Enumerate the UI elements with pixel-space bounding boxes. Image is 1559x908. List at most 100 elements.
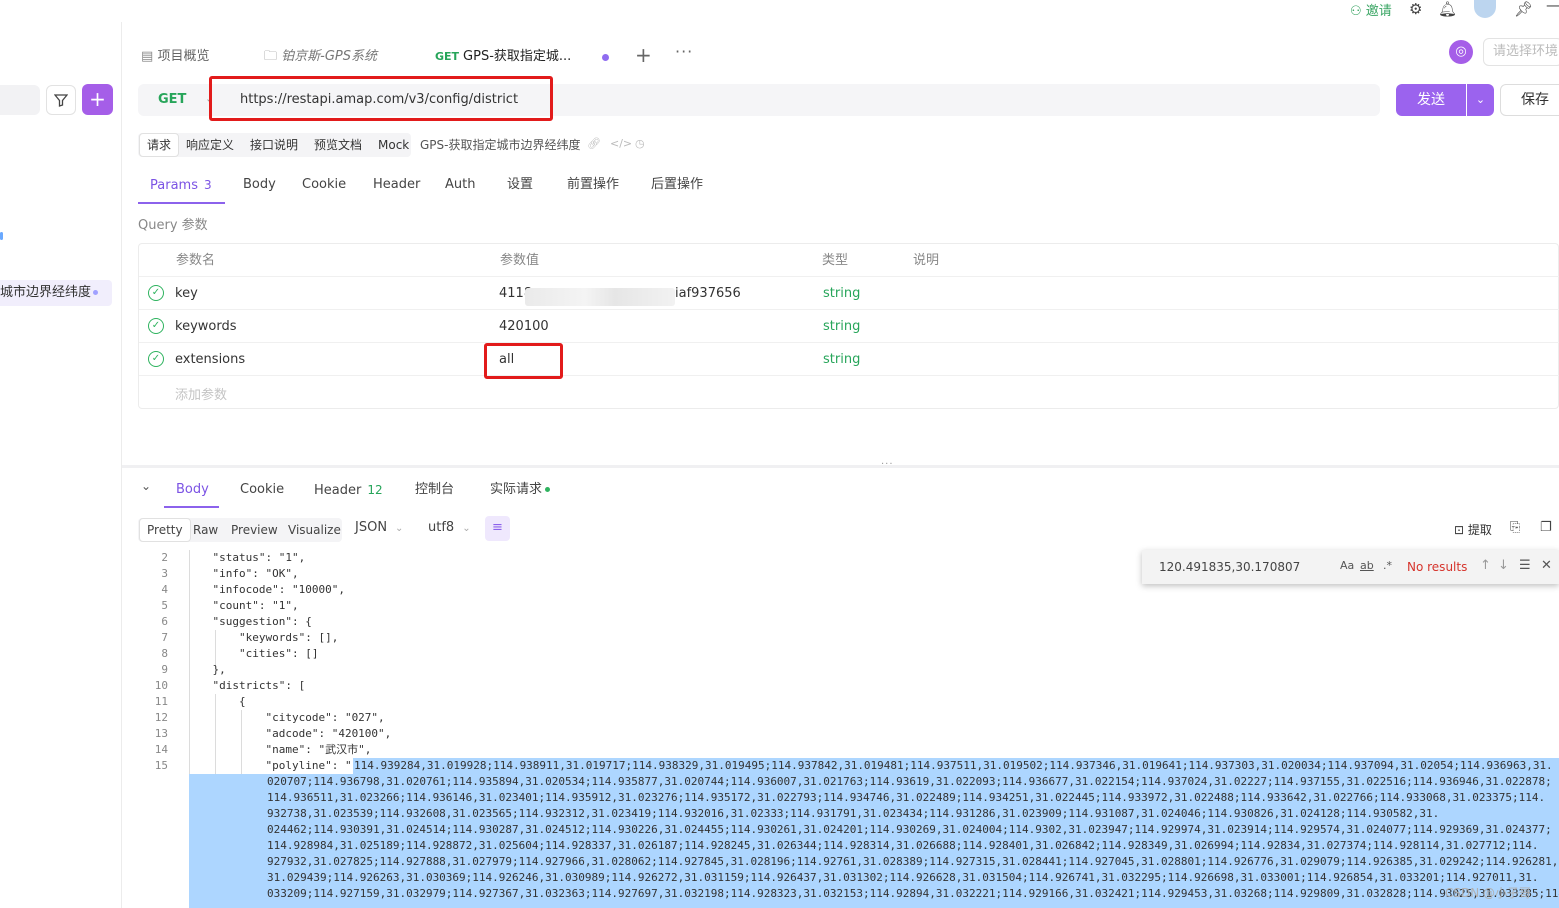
add-param-placeholder[interactable]: 添加参数 bbox=[175, 384, 227, 403]
collapse-chevron-icon[interactable]: ⌄ bbox=[141, 479, 151, 493]
polyline-text: 033209;114.927159,31.032979;114.927367,3… bbox=[267, 887, 1559, 900]
arrow-down-icon[interactable]: ↓ bbox=[1498, 558, 1509, 573]
subtab-doc[interactable]: 接口说明 bbox=[250, 133, 298, 157]
tab-header[interactable]: Header bbox=[373, 175, 420, 197]
avatar[interactable] bbox=[1474, 0, 1496, 18]
response-tab-actual[interactable]: 实际请求 bbox=[490, 480, 551, 500]
subtab-response-def[interactable]: 响应定义 bbox=[186, 133, 234, 157]
link-icon[interactable]: 🔗︎ bbox=[587, 137, 601, 150]
response-tab-header[interactable]: Header 12 bbox=[314, 480, 383, 500]
line-number: 2 bbox=[161, 551, 168, 564]
column-header: 说明 bbox=[913, 253, 940, 268]
line-number: 15 bbox=[154, 759, 168, 772]
settings-icon[interactable]: ⚙ bbox=[1409, 0, 1422, 18]
regex-toggle[interactable]: .* bbox=[1383, 559, 1392, 572]
annotation-box-value bbox=[484, 343, 563, 379]
filter-icon[interactable] bbox=[46, 85, 76, 115]
code-line: "keywords": [], bbox=[186, 631, 339, 644]
minimize-icon[interactable]: — bbox=[1546, 0, 1559, 14]
send-button[interactable]: 发送 bbox=[1396, 84, 1466, 116]
copy-icon[interactable]: ❐ bbox=[1540, 520, 1552, 535]
panel-divider[interactable] bbox=[122, 465, 1559, 468]
active-tab-indicator bbox=[164, 506, 219, 508]
tab-post-ops[interactable]: 后置操作 bbox=[651, 175, 703, 197]
chevron-down-icon: ⌄ bbox=[462, 523, 471, 534]
subtab-request[interactable]: 请求 bbox=[139, 133, 180, 157]
tab-body[interactable]: Body bbox=[243, 175, 276, 197]
subtab-preview[interactable]: 预览文档 bbox=[314, 133, 362, 157]
environment-icon[interactable]: ◎ bbox=[1449, 40, 1473, 64]
more-icon[interactable]: ··· bbox=[675, 42, 693, 61]
extract-icon: ⊡ bbox=[1454, 523, 1465, 537]
line-number: 13 bbox=[154, 727, 168, 740]
encoding-value: utf8 bbox=[428, 520, 455, 535]
param-type[interactable]: string bbox=[823, 277, 860, 310]
param-type[interactable]: string bbox=[823, 343, 860, 376]
match-case-toggle[interactable]: Aa bbox=[1340, 559, 1354, 572]
close-icon[interactable]: ✕ bbox=[1541, 558, 1552, 573]
new-tab-icon[interactable]: + bbox=[635, 43, 652, 67]
history-icon[interactable]: ◷ bbox=[635, 137, 645, 150]
tab-auth[interactable]: Auth bbox=[445, 175, 475, 197]
sidebar-search-input[interactable] bbox=[0, 85, 40, 115]
extract-button[interactable]: ⊡ 提取 bbox=[1454, 521, 1492, 538]
encoding-select[interactable]: utf8 ⌄ bbox=[428, 520, 471, 535]
save-button[interactable]: 保存 bbox=[1500, 84, 1559, 116]
drag-handle-icon[interactable]: ··· bbox=[881, 459, 894, 470]
param-name[interactable]: key bbox=[175, 277, 198, 310]
param-name[interactable]: keywords bbox=[175, 310, 236, 343]
bell-icon[interactable]: 🔔︎ bbox=[1438, 0, 1457, 18]
sidebar-item-api[interactable]: 城市边界经纬度 bbox=[0, 280, 112, 306]
tab-overview[interactable]: ▤ 项目概览 bbox=[141, 40, 209, 74]
unsaved-dot bbox=[602, 54, 609, 61]
view-visualize[interactable]: Visualize bbox=[288, 518, 341, 542]
param-value-tail[interactable]: iaf937656 bbox=[675, 277, 741, 310]
tab-params[interactable]: Params 3 bbox=[150, 175, 212, 197]
param-name[interactable]: extensions bbox=[175, 343, 245, 376]
check-icon[interactable]: ✓ bbox=[148, 285, 164, 301]
arrow-up-icon[interactable]: ↑ bbox=[1480, 558, 1491, 573]
params-count: 3 bbox=[203, 178, 212, 192]
param-value[interactable]: 420100 bbox=[499, 310, 549, 343]
response-tab-body[interactable]: Body bbox=[176, 480, 209, 500]
polyline-text: 114.936511,31.023266;114.936146,31.02340… bbox=[267, 791, 1546, 804]
tab-active-request[interactable]: GET GPS-获取指定城... bbox=[426, 40, 622, 74]
invite-button[interactable]: ⚇ 邀请 bbox=[1350, 0, 1392, 19]
tab-folder[interactable]: 🗀︎ 铂京斯-GPS系统 bbox=[264, 40, 377, 74]
view-pretty[interactable]: Pretty bbox=[139, 518, 191, 542]
method-select[interactable]: GET bbox=[158, 84, 186, 116]
table-row: ✓ extensions all string bbox=[139, 343, 1559, 376]
chevron-down-icon: ⌄ bbox=[395, 523, 404, 534]
format-select[interactable]: JSON ⌄ bbox=[355, 520, 403, 535]
sidebar: + 城市边界经纬度 bbox=[0, 22, 122, 908]
environment-select[interactable]: 请选择环境 bbox=[1483, 38, 1559, 66]
tab-method: GET bbox=[435, 50, 460, 63]
polyline-text: 927932,31.027825;114.927888,31.027979;11… bbox=[267, 855, 1559, 868]
find-in-selection-icon[interactable]: ☰ bbox=[1519, 558, 1531, 573]
response-code-editor[interactable]: 2 "status": "1", 3 "info": "OK", 4 "infoco… bbox=[138, 550, 1559, 908]
check-icon[interactable]: ✓ bbox=[148, 351, 164, 367]
tab-settings[interactable]: 设置 bbox=[507, 175, 533, 197]
header-count: 12 bbox=[367, 483, 383, 497]
find-input[interactable]: 120.491835,30.170807 bbox=[1159, 555, 1324, 579]
unsaved-dot bbox=[93, 290, 99, 295]
save-response-icon[interactable]: ⎘ bbox=[1510, 520, 1520, 535]
polyline-text: 114.928984,31.025189;114.928872,31.02560… bbox=[267, 839, 1539, 852]
whole-word-toggle[interactable]: ab bbox=[1360, 559, 1374, 572]
check-icon[interactable]: ✓ bbox=[148, 318, 164, 334]
pin-icon[interactable]: 📌︎ bbox=[1514, 0, 1533, 18]
line-number: 10 bbox=[154, 679, 168, 692]
view-raw[interactable]: Raw bbox=[193, 518, 218, 542]
tab-label: GPS-获取指定城... bbox=[463, 49, 572, 64]
response-tab-console[interactable]: 控制台 bbox=[415, 480, 454, 500]
word-wrap-icon[interactable]: ≡ bbox=[485, 516, 510, 541]
view-preview[interactable]: Preview bbox=[231, 518, 278, 542]
add-icon[interactable]: + bbox=[82, 84, 113, 115]
tab-pre-ops[interactable]: 前置操作 bbox=[567, 175, 619, 197]
code-icon[interactable]: </> bbox=[610, 137, 632, 150]
response-tab-cookie[interactable]: Cookie bbox=[240, 480, 284, 500]
send-dropdown-icon[interactable]: ⌄ bbox=[1467, 84, 1494, 116]
param-type[interactable]: string bbox=[823, 310, 860, 343]
tab-cookie[interactable]: Cookie bbox=[302, 175, 346, 197]
subtab-mock[interactable]: Mock bbox=[378, 133, 409, 157]
